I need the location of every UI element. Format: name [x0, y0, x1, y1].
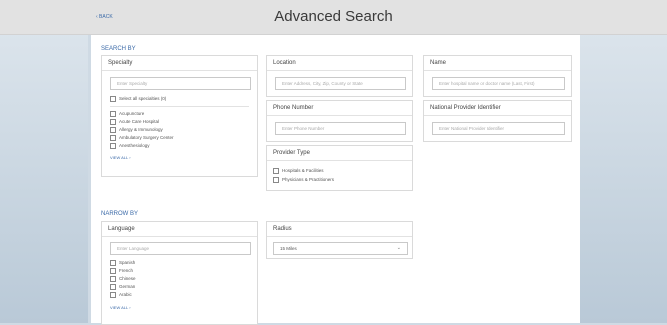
- option-label: French: [119, 268, 134, 274]
- search-panel: SEARCH BY Specialty Enter Specialty Sele…: [91, 35, 580, 325]
- name-input[interactable]: Enter hospital name or doctor name (Last…: [432, 77, 565, 90]
- option-label: Spanish: [119, 260, 136, 266]
- divider: [102, 70, 257, 71]
- provider-type-option[interactable]: Hospitals & Facilities: [273, 168, 324, 174]
- language-option[interactable]: Arabic: [110, 292, 132, 298]
- checkbox-box[interactable]: [110, 268, 116, 274]
- checkbox-box[interactable]: [110, 260, 116, 266]
- chevron-down-icon: ⌄: [396, 245, 401, 251]
- divider: [267, 160, 412, 161]
- location-card: Location Enter Address, City, Zip, Count…: [266, 55, 413, 97]
- language-option[interactable]: French: [110, 268, 133, 274]
- header-bar: ‹ BACK Advanced Search: [0, 0, 667, 35]
- name-title: Name: [430, 60, 447, 66]
- checkbox-box[interactable]: [110, 119, 116, 125]
- option-label: Acute Care Hospital: [119, 119, 160, 125]
- checkbox-box[interactable]: [273, 177, 279, 183]
- radius-card: Radius 15 Miles ⌄: [266, 221, 413, 259]
- checkbox-box[interactable]: [110, 135, 116, 141]
- checkbox-box[interactable]: [110, 127, 116, 133]
- search-by-heading: SEARCH BY: [101, 46, 136, 52]
- option-label: German: [119, 284, 136, 290]
- page-title: Advanced Search: [274, 8, 393, 25]
- checkbox-box[interactable]: [110, 111, 116, 117]
- divider: [424, 115, 571, 116]
- narrow-by-heading: NARROW BY: [101, 211, 139, 217]
- phone-card: Phone Number Enter Phone Number: [266, 100, 413, 142]
- provider-type-option[interactable]: Physicians & Practitioners: [273, 177, 334, 183]
- specialty-option[interactable]: Acute Care Hospital: [110, 119, 159, 125]
- background-right: [580, 0, 667, 323]
- language-option[interactable]: Spanish: [110, 260, 135, 266]
- provider-type-title: Provider Type: [273, 150, 310, 156]
- location-input[interactable]: Enter Address, City, Zip, County or Stat…: [275, 77, 406, 90]
- language-view-all-link[interactable]: VIEW ALL ›: [110, 305, 131, 310]
- checkbox-box[interactable]: [273, 168, 279, 174]
- option-label: Allergy & Immunology: [119, 127, 163, 133]
- divider: [267, 115, 412, 116]
- language-option[interactable]: German: [110, 284, 135, 290]
- language-option[interactable]: Chinese: [110, 276, 136, 282]
- specialty-option[interactable]: Anesthesiology: [110, 143, 150, 149]
- provider-type-card: Provider Type Hospitals & Facilities Phy…: [266, 145, 413, 191]
- specialty-card: Specialty Enter Specialty Select all spe…: [101, 55, 258, 177]
- checkbox-box[interactable]: [110, 276, 116, 282]
- phone-title: Phone Number: [273, 105, 314, 111]
- select-all-specialties-checkbox[interactable]: Select all specialties (0): [110, 96, 166, 102]
- specialty-option[interactable]: Acupuncture: [110, 111, 144, 117]
- option-label: Chinese: [119, 276, 136, 282]
- checkbox-box[interactable]: [110, 96, 116, 102]
- divider: [267, 70, 412, 71]
- specialty-option[interactable]: Ambulatory Surgery Center: [110, 135, 174, 141]
- checkbox-box[interactable]: [110, 143, 116, 149]
- divider: [424, 70, 571, 71]
- divider: [110, 106, 249, 107]
- radius-select[interactable]: 15 Miles ⌄: [273, 242, 408, 255]
- option-label: Physicians & Practitioners: [282, 177, 335, 183]
- specialty-view-all-link[interactable]: VIEW ALL ›: [110, 155, 131, 160]
- option-label: Anesthesiology: [119, 143, 150, 149]
- radius-value: 15 Miles: [280, 246, 297, 251]
- radius-title: Radius: [273, 226, 292, 232]
- option-label: Hospitals & Facilities: [282, 168, 324, 174]
- checkbox-box[interactable]: [110, 284, 116, 290]
- location-title: Location: [273, 60, 296, 66]
- npi-card: National Provider Identifier Enter Natio…: [423, 100, 572, 142]
- option-label: Ambulatory Surgery Center: [119, 135, 174, 141]
- specialty-input[interactable]: Enter Specialty: [110, 77, 251, 90]
- language-title: Language: [108, 226, 135, 232]
- option-label: Acupuncture: [119, 111, 145, 117]
- select-all-label: Select all specialties (0): [119, 96, 167, 102]
- name-card: Name Enter hospital name or doctor name …: [423, 55, 572, 97]
- specialty-option[interactable]: Allergy & Immunology: [110, 127, 163, 133]
- specialty-title: Specialty: [108, 60, 133, 66]
- language-card: Language Enter Language Spanish French C…: [101, 221, 258, 325]
- option-label: Arabic: [119, 292, 132, 298]
- background-left: [0, 0, 88, 323]
- language-input[interactable]: Enter Language: [110, 242, 251, 255]
- phone-input[interactable]: Enter Phone Number: [275, 122, 406, 135]
- checkbox-box[interactable]: [110, 292, 116, 298]
- divider: [102, 236, 257, 237]
- npi-title: National Provider Identifier: [430, 105, 501, 111]
- npi-input[interactable]: Enter National Provider Identifier: [432, 122, 565, 135]
- divider: [267, 236, 412, 237]
